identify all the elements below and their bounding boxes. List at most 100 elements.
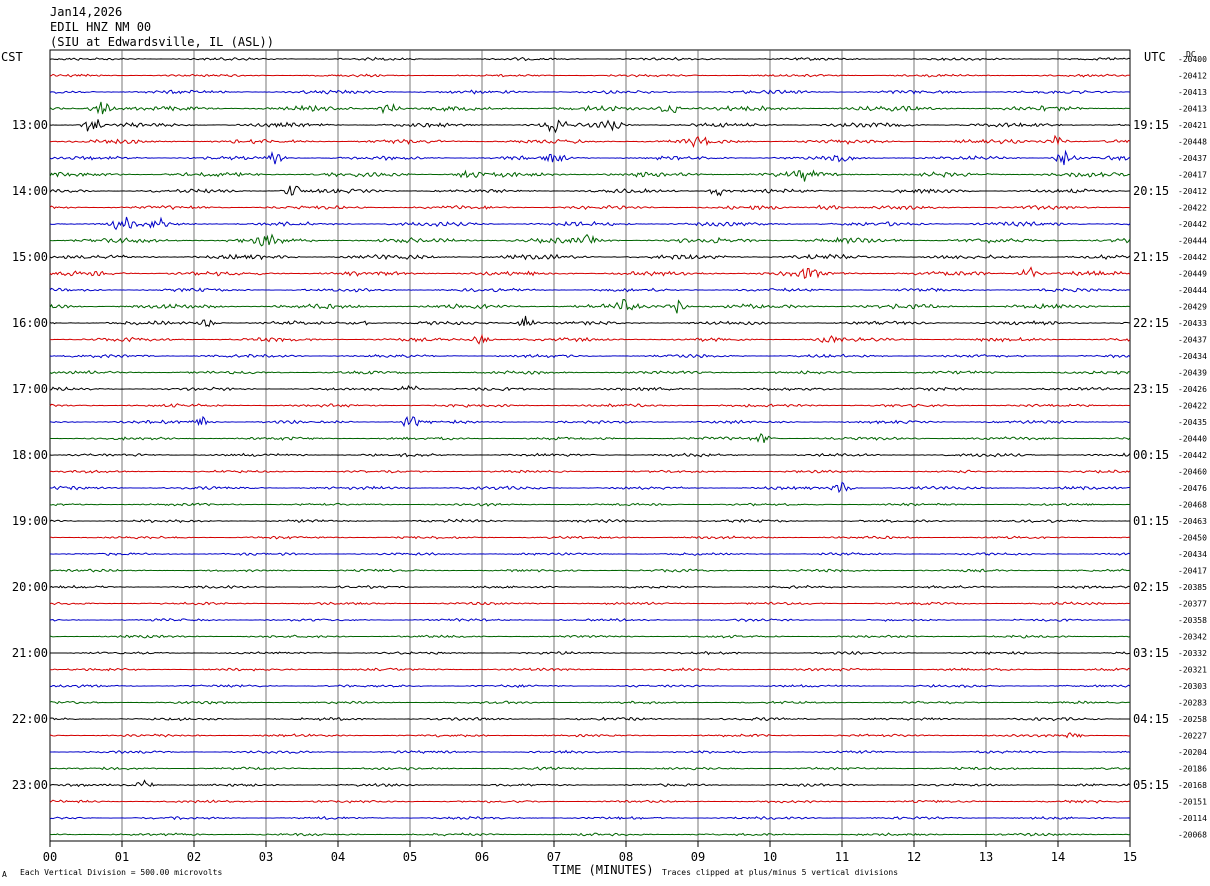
footer-scale: Each Vertical Division = 500.00 microvol… (20, 868, 222, 877)
x-tick-label: 11 (835, 850, 849, 864)
utc-hour-label: 20:15 (1133, 184, 1169, 198)
trace-line (49, 469, 1131, 474)
dc-offset-label: -20439 (1178, 369, 1207, 378)
utc-hour-label: 21:15 (1133, 250, 1169, 264)
dc-offset-label: -20342 (1178, 633, 1207, 642)
trace-line (49, 370, 1131, 375)
cst-hour-label: 20:00 (12, 580, 48, 594)
trace-line (49, 216, 1131, 231)
dc-offset-label: -20442 (1178, 451, 1207, 460)
trace-line (49, 481, 1131, 494)
x-tick-label: 07 (547, 850, 561, 864)
trace-line (49, 832, 1131, 837)
x-axis-title: TIME (MINUTES) (552, 863, 653, 877)
dc-offset-label: -20440 (1178, 435, 1207, 444)
trace-line (49, 384, 1131, 392)
footer-clip: Traces clipped at plus/minus 5 vertical … (662, 868, 898, 877)
trace-line (49, 732, 1131, 739)
dc-offset-label: -20434 (1178, 550, 1207, 559)
dc-offset-label: -20476 (1178, 484, 1207, 493)
right-zone-label: UTC (1144, 50, 1166, 64)
x-tick-label: 04 (331, 850, 345, 864)
left-zone-label: CST (1, 50, 23, 64)
header-location: (SIU at Edwardsville, IL (ASL)) (50, 35, 274, 49)
cst-hour-labels: 13:00 14:00 15:00 16:00 17:00 18:00 19:00 20:00… (12, 118, 48, 792)
utc-hour-label: 19:15 (1133, 118, 1169, 132)
trace-line (49, 601, 1131, 606)
trace-line (49, 552, 1131, 556)
x-tick-label: 13 (979, 850, 993, 864)
utc-hour-labels: 19:15 20:15 21:15 22:15 23:15 00:15 01:15 02:15… (1133, 118, 1169, 792)
trace-line (49, 298, 1131, 314)
dc-offset-label: -20068 (1178, 831, 1207, 840)
dc-offset-label: -20332 (1178, 649, 1207, 658)
dc-offset-label: -20448 (1178, 138, 1207, 147)
utc-hour-label: 03:15 (1133, 646, 1169, 660)
dc-offset-label: -20442 (1178, 253, 1207, 262)
dc-offset-label: -20444 (1178, 237, 1207, 246)
utc-hour-label: 01:15 (1133, 514, 1169, 528)
x-tick-label: 08 (619, 850, 633, 864)
trace-line (49, 700, 1131, 705)
dc-offset-label: -20358 (1178, 616, 1207, 625)
dc-offset-label: -20114 (1178, 814, 1207, 823)
trace-line (49, 73, 1131, 78)
x-tick-label: 10 (763, 850, 777, 864)
dc-offset-label: -20426 (1178, 385, 1207, 394)
dc-offset-label: -20385 (1178, 583, 1207, 592)
trace-line (49, 353, 1131, 359)
x-tick-label: 14 (1051, 850, 1065, 864)
dc-offset-label: -20422 (1178, 204, 1207, 213)
cst-hour-label: 16:00 (12, 316, 48, 330)
x-tick-label: 01 (115, 850, 129, 864)
dc-offset-label: -20283 (1178, 699, 1207, 708)
dc-offset-label: -20412 (1178, 187, 1207, 196)
dc-offset-label: -20321 (1178, 666, 1207, 675)
trace-line (49, 253, 1131, 261)
x-tick-label: 06 (475, 850, 489, 864)
traces (49, 56, 1131, 837)
trace-line (49, 204, 1131, 211)
trace-line (49, 650, 1131, 656)
trace-line (49, 634, 1131, 639)
dc-offset-label: -20429 (1178, 303, 1207, 312)
dc-offset-label: -20151 (1178, 798, 1207, 807)
trace-line (49, 535, 1131, 540)
utc-hour-label: 05:15 (1133, 778, 1169, 792)
trace-line (49, 287, 1131, 293)
x-tick-label: 00 (43, 850, 57, 864)
utc-hour-label: 00:15 (1133, 448, 1169, 462)
dc-offset-label: -20437 (1178, 336, 1207, 345)
dc-offset-label: -20433 (1178, 319, 1207, 328)
trace-line (49, 149, 1131, 166)
cst-hour-label: 13:00 (12, 118, 48, 132)
x-tick-label: 15 (1123, 850, 1137, 864)
x-tick-label: 05 (403, 850, 417, 864)
cst-hour-label: 19:00 (12, 514, 48, 528)
minute-grid (121, 50, 1059, 841)
dc-offset-label: -20413 (1178, 105, 1207, 114)
dc-offset-label: -20204 (1178, 748, 1207, 757)
dc-offset-label: -20463 (1178, 517, 1207, 526)
trace-line (49, 266, 1131, 280)
dc-offset-label: -20435 (1178, 418, 1207, 427)
dc-offset-label: -20412 (1178, 72, 1207, 81)
cst-hour-label: 17:00 (12, 382, 48, 396)
trace-line (49, 185, 1131, 197)
dc-offset-label: -20437 (1178, 154, 1207, 163)
trace-line (49, 617, 1131, 623)
trace-line (49, 315, 1131, 328)
trace-line (49, 134, 1131, 148)
x-tick-labels: 00 01 02 03 04 05 06 07 08 09 10 11 12 13 14 15 (43, 841, 1137, 864)
dc-offset-label: -20417 (1178, 171, 1207, 180)
dc-offset-label: -20460 (1178, 468, 1207, 477)
dc-offset-label: -20413 (1178, 88, 1207, 97)
cst-hour-label: 15:00 (12, 250, 48, 264)
cst-hour-label: 22:00 (12, 712, 48, 726)
utc-hour-label: 02:15 (1133, 580, 1169, 594)
dc-offset-label: -20421 (1178, 121, 1207, 130)
trace-line (49, 452, 1131, 458)
dc-offset-label: -20258 (1178, 715, 1207, 724)
dc-offset-label: -20168 (1178, 781, 1207, 790)
dc-offset-label: -20450 (1178, 534, 1207, 543)
